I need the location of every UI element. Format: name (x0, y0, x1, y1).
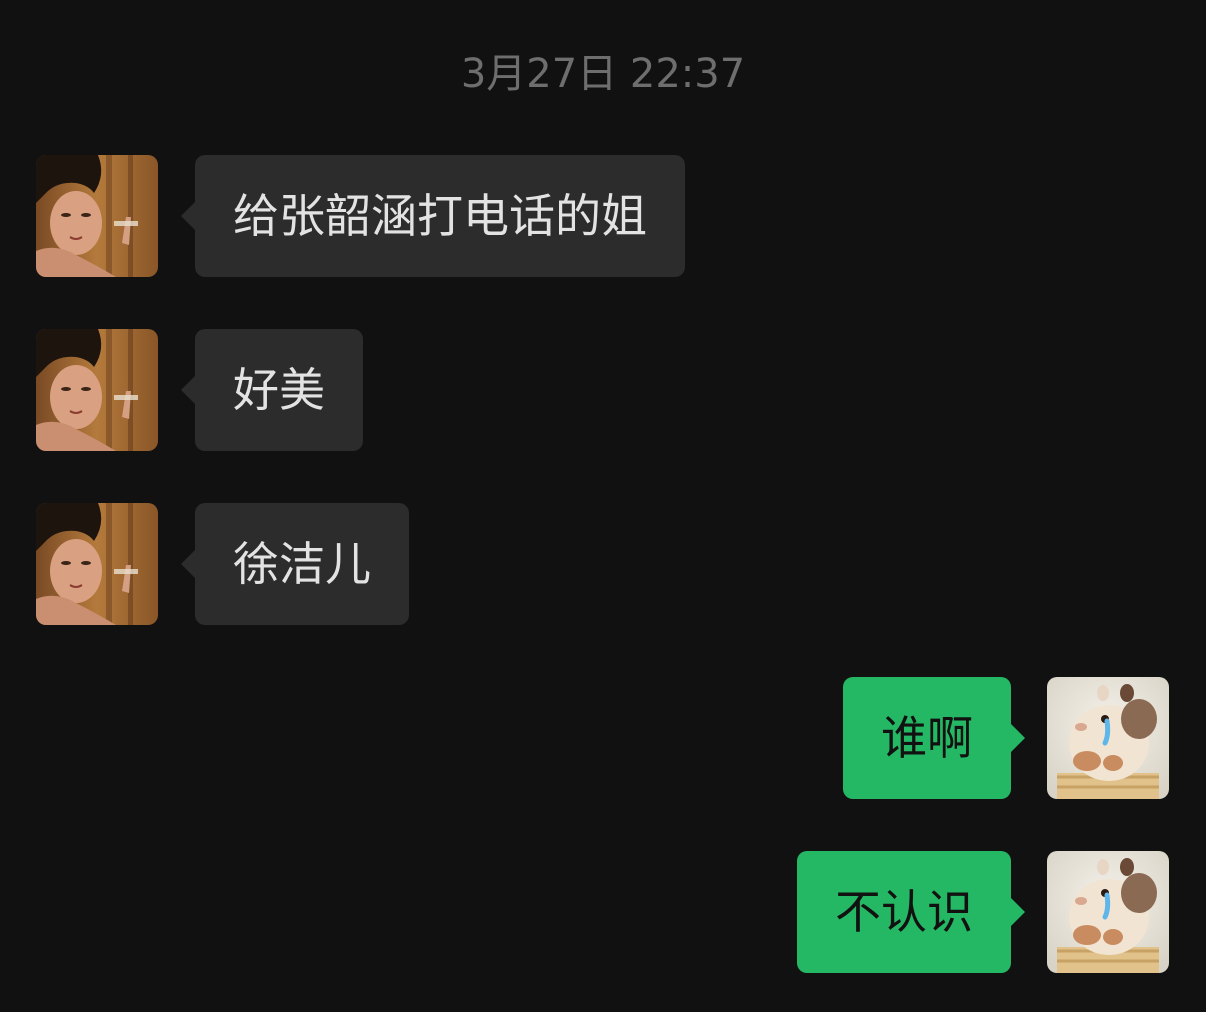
message-text: 不认识 (835, 885, 973, 939)
chat-timestamp: 3月27日 22:37 (460, 51, 746, 97)
self-avatar[interactable] (1047, 677, 1169, 799)
contact-avatar[interactable] (36, 329, 158, 451)
message-bubble-incoming[interactable]: 徐洁儿 (181, 503, 409, 625)
message-text: 好美 (233, 363, 325, 417)
message-bubble-outgoing[interactable]: 不认识 (797, 851, 1025, 973)
self-avatar[interactable] (1047, 851, 1169, 973)
contact-avatar[interactable] (36, 155, 158, 277)
message-bubble-incoming[interactable]: 好美 (181, 329, 363, 451)
message-bubble-incoming[interactable]: 给张韶涵打电话的姐 (181, 155, 685, 277)
message-text: 给张韶涵打电话的姐 (233, 189, 647, 243)
contact-avatar[interactable] (36, 503, 158, 625)
message-text: 谁啊 (881, 711, 973, 765)
message-bubble-outgoing[interactable]: 谁啊 (843, 677, 1025, 799)
message-text: 徐洁儿 (233, 537, 371, 591)
